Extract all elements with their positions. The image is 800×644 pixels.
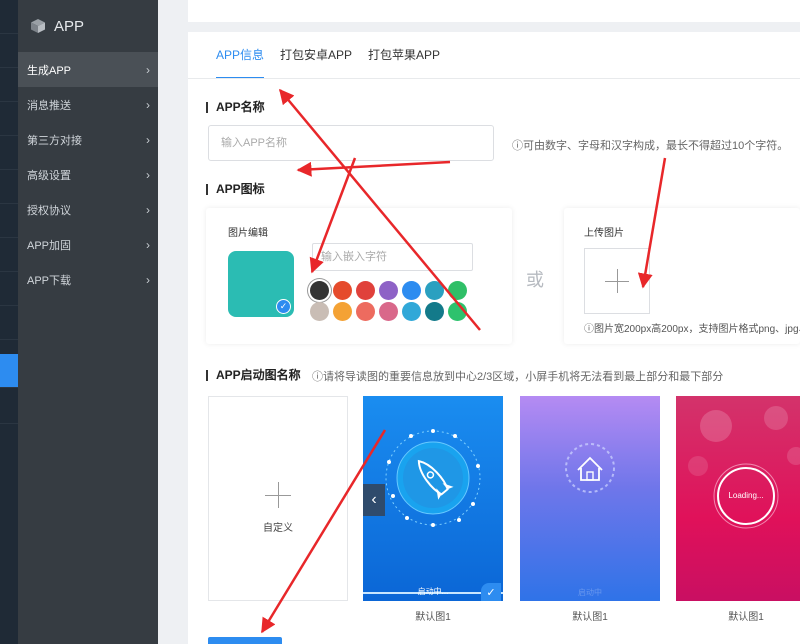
sidebar-item-license[interactable]: 授权协议 › (18, 192, 158, 227)
color-swatch[interactable] (310, 302, 329, 321)
content-panel: APP信息 打包安卓APP 打包苹果APP APP名称 ⓘ可由数字、字母和汉字构… (188, 32, 800, 644)
color-swatches (310, 281, 467, 321)
tab-bar: APP信息 打包安卓APP 打包苹果APP (216, 46, 440, 79)
sidebar-item-label: 第三方对接 (27, 134, 82, 147)
app-name-title: APP名称 (206, 101, 265, 113)
cube-icon (31, 19, 45, 33)
main-area: APP信息 打包安卓APP 打包苹果APP APP名称 ⓘ可由数字、字母和汉字构… (158, 0, 800, 644)
color-swatch[interactable] (402, 302, 421, 321)
sidebar-item-generate-app[interactable]: 生成APP › (18, 52, 158, 87)
upload-image-button[interactable] (584, 248, 650, 314)
chevron-right-icon: › (146, 62, 150, 77)
splash-label-1: 默认图1 (415, 612, 451, 623)
chevron-right-icon: › (146, 272, 150, 287)
tabs-divider (188, 78, 800, 79)
sidebar-item-label: 授权协议 (27, 204, 71, 217)
chevron-right-icon: › (146, 167, 150, 182)
color-swatch[interactable] (333, 302, 352, 321)
splash-custom-label: 自定义 (263, 523, 293, 534)
house-illustration (565, 443, 615, 493)
splash-label-3: 默认图1 (728, 612, 764, 623)
color-swatch[interactable] (356, 302, 375, 321)
strip-item[interactable] (0, 204, 18, 238)
sidebar-item-push[interactable]: 消息推送 › (18, 87, 158, 122)
color-swatch[interactable] (425, 302, 444, 321)
color-swatch[interactable] (425, 281, 444, 300)
icon-edit-card: 图片编辑 ✓ (206, 208, 512, 344)
sidebar-item-label: 生成APP (27, 64, 72, 77)
splash-title: APP启动图名称 (206, 369, 301, 381)
strip-item[interactable] (0, 34, 18, 68)
strip-item[interactable] (0, 390, 18, 424)
strip-item[interactable] (0, 136, 18, 170)
color-swatch[interactable] (448, 281, 467, 300)
sidebar-item-third-party[interactable]: 第三方对接 › (18, 122, 158, 157)
or-text: 或 (526, 270, 544, 290)
color-swatch[interactable] (379, 302, 398, 321)
app-name-input[interactable] (208, 125, 494, 161)
tab-android-package[interactable]: 打包安卓APP (280, 46, 352, 79)
color-swatch[interactable] (333, 281, 352, 300)
color-swatch[interactable] (356, 281, 375, 300)
submit-button[interactable] (208, 637, 282, 644)
upload-hint: ⓘ图片宽200px高200px，支持图片格式png、jpg、 (584, 324, 800, 335)
chevron-right-icon: › (146, 132, 150, 147)
strip-item[interactable] (0, 272, 18, 306)
color-swatch[interactable] (379, 281, 398, 300)
color-swatch[interactable] (402, 281, 421, 300)
splash-caption: Loading... (728, 491, 764, 500)
strip-item[interactable] (0, 102, 18, 136)
color-swatch[interactable] (448, 302, 467, 321)
strip-item[interactable] (0, 0, 18, 34)
embed-text-input[interactable] (312, 243, 473, 271)
chevron-left-icon[interactable]: ‹ (363, 484, 385, 516)
color-swatch[interactable] (310, 281, 329, 300)
icon-strip (0, 0, 18, 644)
splash-label-2: 默认图1 (572, 612, 608, 623)
splash-thumb-3[interactable]: Loading... (676, 396, 800, 601)
sidebar-item-hardening[interactable]: APP加固 › (18, 227, 158, 262)
tab-ios-package[interactable]: 打包苹果APP (368, 46, 440, 79)
strip-item[interactable] (0, 238, 18, 272)
splash-caption: 启动中 (578, 588, 602, 597)
splash-custom-tile[interactable]: 自定义 (208, 396, 348, 601)
top-card (188, 0, 800, 22)
strip-item[interactable] (0, 68, 18, 102)
chevron-right-icon: › (146, 202, 150, 217)
sidebar-item-label: APP下载 (27, 274, 72, 287)
sidebar-item-label: APP加固 (27, 239, 72, 252)
icon-upload-card: 上传图片 ⓘ图片宽200px高200px，支持图片格式png、jpg、 (564, 208, 800, 344)
sidebar-header: APP (18, 0, 158, 52)
splash-thumb-2[interactable]: 启动中 (520, 396, 660, 601)
icon-preview[interactable]: ✓ (228, 251, 294, 317)
icon-edit-label: 图片编辑 (228, 228, 268, 239)
check-icon: ✓ (481, 583, 501, 601)
sidebar-item-label: 消息推送 (27, 99, 71, 112)
tab-app-info[interactable]: APP信息 (216, 46, 265, 79)
sidebar: APP 生成APP › 消息推送 › 第三方对接 › 高级设置 › 授权协议 ›… (18, 0, 158, 644)
app-name-hint: ⓘ可由数字、字母和汉字构成，最长不得超过10个字符。 (512, 140, 789, 152)
splash-hint: ⓘ请将导读图的重要信息放到中心2/3区域，小屏手机将无法看到最上部分和最下部分 (312, 371, 724, 383)
upload-label: 上传图片 (584, 228, 624, 239)
chevron-right-icon: › (146, 237, 150, 252)
sidebar-item-download[interactable]: APP下载 › (18, 262, 158, 297)
strip-item[interactable] (0, 306, 18, 340)
chevron-right-icon: › (146, 97, 150, 112)
sidebar-title: APP (54, 17, 85, 35)
sidebar-item-label: 高级设置 (27, 169, 71, 182)
strip-item[interactable] (0, 170, 18, 204)
check-icon: ✓ (276, 299, 291, 314)
app-icon-title: APP图标 (206, 183, 265, 195)
strip-item-active[interactable] (0, 354, 18, 388)
sidebar-item-advanced[interactable]: 高级设置 › (18, 157, 158, 192)
